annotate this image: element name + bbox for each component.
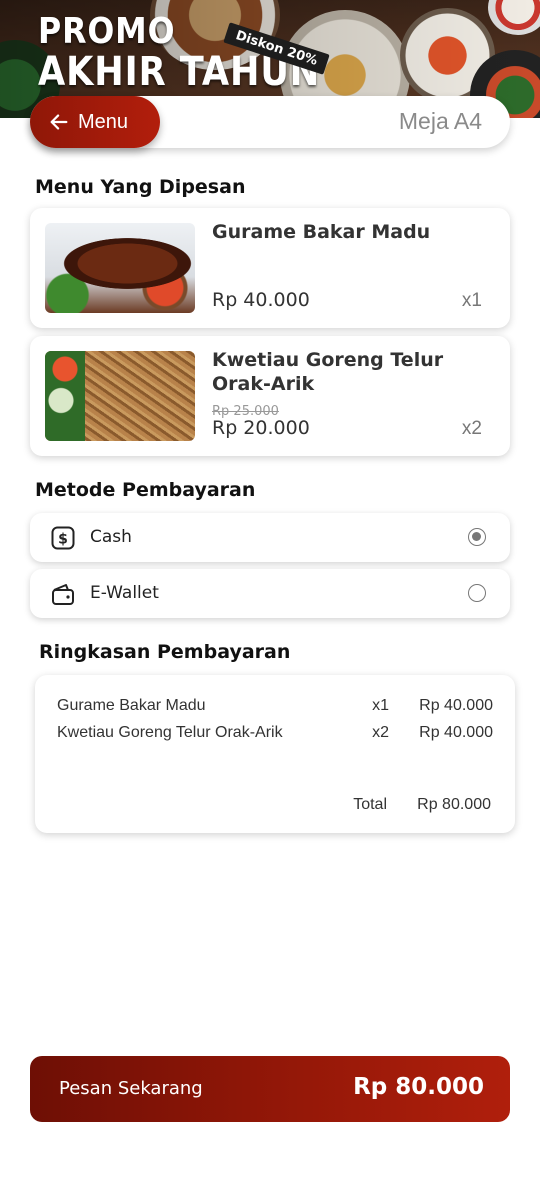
wallet-icon	[52, 584, 74, 605]
order-now-button[interactable]: Pesan Sekarang Rp 80.000	[30, 1056, 510, 1122]
back-to-menu-button[interactable]: Menu	[30, 96, 160, 148]
summary-item-price: Rp 40.000	[419, 697, 493, 714]
summary-card: Gurame Bakar Madu x1 Rp 40.000 Kwetiau G…	[35, 675, 515, 833]
summary-item-qty: x2	[372, 724, 389, 741]
table-number: Meja A4	[398, 108, 482, 134]
summary-total-value: Rp 80.000	[417, 796, 491, 813]
summary-item-name: Kwetiau Goreng Telur Orak-Arik	[57, 724, 283, 741]
summary-item-name: Gurame Bakar Madu	[57, 697, 206, 714]
order-item-name: Gurame Bakar Madu	[212, 221, 431, 243]
order-item-price: Rp 40.000	[212, 289, 310, 311]
ordered-section-title: Menu Yang Dipesan	[35, 176, 246, 198]
payment-section-title: Metode Pembayaran	[35, 479, 256, 501]
order-item-quantity: x2	[461, 418, 482, 439]
order-item-price: Rp 20.000	[212, 417, 310, 439]
payment-option-cash[interactable]: $ Cash	[30, 513, 510, 562]
summary-row: Gurame Bakar Madu x1 Rp 40.000	[57, 697, 493, 721]
payment-option-label: E-Wallet	[90, 583, 159, 603]
summary-item-qty: x1	[372, 697, 389, 714]
order-item-quantity: x1	[461, 290, 482, 311]
summary-row: Kwetiau Goreng Telur Orak-Arik x2 Rp 40.…	[57, 724, 493, 748]
radio-unselected[interactable]	[468, 584, 486, 602]
summary-section-title: Ringkasan Pembayaran	[39, 641, 291, 663]
payment-option-ewallet[interactable]: E-Wallet	[30, 569, 510, 618]
order-item-card[interactable]: Gurame Bakar Madu Rp 40.000 x1	[30, 208, 510, 328]
arrow-left-icon	[50, 114, 68, 130]
order-now-total: Rp 80.000	[353, 1074, 484, 1100]
fried-kwetiau-image	[45, 351, 195, 441]
menu-button-label: Menu	[78, 110, 129, 133]
radio-selected[interactable]	[468, 528, 486, 546]
svg-text:$: $	[58, 532, 68, 548]
order-now-label: Pesan Sekarang	[59, 1078, 203, 1099]
summary-total-label: Total	[353, 796, 387, 813]
payment-option-label: Cash	[90, 527, 132, 547]
grilled-gourami-image	[45, 223, 195, 313]
order-item-card[interactable]: Kwetiau Goreng Telur Orak-Arik Rp 25.000…	[30, 336, 510, 456]
summary-item-price: Rp 40.000	[419, 724, 493, 741]
cash-icon: $	[51, 526, 75, 550]
order-item-name: Kwetiau Goreng Telur Orak-Arik	[212, 349, 444, 395]
